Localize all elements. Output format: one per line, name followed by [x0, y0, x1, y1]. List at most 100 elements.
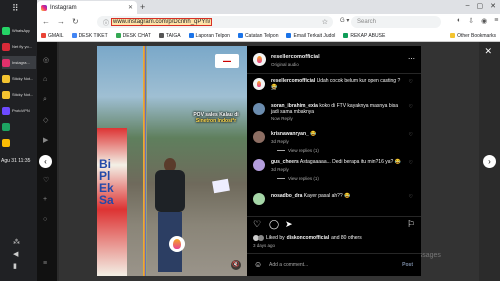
save-icon[interactable]: ⚐: [407, 220, 415, 229]
address-bar[interactable]: ⓘ www.instagram.com/p/Dcnhh_qPYn/ ☆: [97, 16, 333, 28]
comment-meta[interactable]: 3d Reply: [271, 139, 289, 144]
liked-others[interactable]: and 80 others: [331, 235, 362, 241]
comment-like-icon[interactable]: ♡: [409, 104, 413, 110]
comment-like-icon[interactable]: ♡: [409, 132, 413, 138]
taskbar-app[interactable]: [2, 120, 36, 133]
network-icon[interactable]: ⁂: [13, 238, 20, 246]
forward-icon[interactable]: →: [57, 17, 65, 26]
video-person: [153, 158, 187, 276]
more-options-icon[interactable]: ⋯: [408, 55, 415, 63]
menu-icon[interactable]: ≡: [494, 17, 498, 25]
bookmark-item[interactable]: REKAP ABUSE: [343, 33, 385, 39]
author-username[interactable]: resellercomofficial: [271, 54, 320, 60]
video-decorated-pole: [143, 46, 147, 276]
url-text[interactable]: www.instagram.com/p/Dcnhh_qPYn/: [111, 18, 213, 26]
minimize-icon[interactable]: –: [466, 2, 470, 10]
commenter-avatar[interactable]: [253, 159, 265, 171]
commenter-username[interactable]: krisnawanryan_: [271, 131, 309, 137]
notifications-icon[interactable]: ♡: [43, 176, 49, 184]
comment-like-icon[interactable]: ♡: [409, 194, 413, 200]
commenter-username[interactable]: resellercomofficial: [271, 78, 315, 84]
like-icon[interactable]: ♡: [253, 220, 261, 229]
view-replies-link[interactable]: View replies (1): [277, 176, 319, 181]
commenter-avatar[interactable]: [253, 78, 265, 90]
battery-icon[interactable]: ▮: [13, 262, 17, 270]
instagram-favicon-icon: [41, 4, 47, 11]
app-grid-icon[interactable]: ⠿: [12, 4, 19, 13]
bookmark-item[interactable]: Laporan Telpon: [188, 32, 230, 39]
profile-icon[interactable]: ◉: [481, 17, 487, 25]
comment-icon[interactable]: ◯: [269, 220, 279, 229]
comment-body: 😂: [310, 131, 317, 137]
bookmark-label: Laporan Telpon: [195, 32, 230, 39]
add-comment-bar: ☺ Add a comment... Post: [247, 253, 421, 276]
commenter-username[interactable]: gus_cheers: [271, 159, 299, 165]
comment-like-icon[interactable]: ♡: [409, 160, 413, 166]
post-header: resellercomofficial Original audio ⋯: [247, 46, 421, 74]
taskbar-app[interactable]: Sticky Not...: [2, 88, 36, 101]
bookmark-star-icon[interactable]: ☆: [322, 18, 328, 26]
back-icon[interactable]: ←: [42, 17, 50, 26]
commenter-avatar[interactable]: [253, 193, 265, 205]
comment-like-icon[interactable]: ♡: [409, 79, 413, 85]
post-comment-button[interactable]: Post: [402, 262, 413, 268]
taskbar-app[interactable]: ProtoVPN: [2, 104, 36, 117]
home-icon[interactable]: ⌂: [43, 76, 47, 83]
search-nav-icon[interactable]: ⌕: [43, 96, 47, 104]
liked-by-user[interactable]: diskoncomofficial: [287, 235, 330, 241]
author-avatar[interactable]: [253, 53, 266, 66]
taskbar-app[interactable]: [2, 136, 36, 149]
tab-close-icon[interactable]: ✕: [128, 4, 133, 11]
comment-meta[interactable]: 3d Reply: [271, 167, 289, 172]
taskbar-app[interactable]: Instagra...: [2, 56, 36, 69]
view-replies-link[interactable]: View replies (1): [277, 148, 319, 153]
comment-meta[interactable]: 3d: [271, 86, 276, 91]
taskbar-app[interactable]: Net fly yo...: [2, 40, 36, 53]
commenter-username[interactable]: nosadbo_dra: [271, 193, 302, 199]
more-menu-icon[interactable]: ≡: [43, 260, 47, 267]
bookmark-item[interactable]: DESK TIKET: [71, 33, 108, 39]
tab-instagram[interactable]: Instagram ✕: [37, 1, 137, 14]
bookmark-item[interactable]: DESK CHAT: [115, 33, 151, 39]
other-bookmarks[interactable]: Other Bookmarks: [450, 33, 496, 39]
emoji-icon[interactable]: ☺: [254, 260, 262, 269]
search-input[interactable]: Search: [351, 16, 441, 28]
create-icon[interactable]: +: [43, 196, 47, 203]
share-icon[interactable]: ➤: [285, 220, 293, 229]
comment-item: soran_ibrahim_exia koko di FTV kayaknya …: [253, 103, 415, 129]
taskbar-app[interactable]: Sticky Not...: [2, 72, 36, 85]
bookmark-item[interactable]: GMAIL: [41, 33, 64, 39]
comment-meta[interactable]: Now Reply: [271, 116, 293, 121]
reel-video[interactable]: Bi Pl Ek Sa POV sales Kalau di Sinetron Ind…: [97, 46, 247, 276]
downloads-icon[interactable]: ⇩: [468, 17, 474, 25]
volume-icon[interactable]: ◀: [13, 250, 18, 258]
bookmark-item[interactable]: TAIGA: [158, 33, 181, 39]
mute-icon[interactable]: 🔇: [231, 260, 241, 270]
commenter-avatar[interactable]: [253, 103, 265, 115]
profile-nav-icon[interactable]: ○: [43, 216, 47, 223]
previous-post-arrow-icon[interactable]: ‹: [39, 155, 52, 168]
commenter-avatar[interactable]: [253, 131, 265, 143]
comment-text: resellercomofficial Udah cocok belum kur…: [271, 78, 405, 90]
os-taskbar: ⠿ WhatsApp Net fly yo... Instagra... Sticky…: [0, 0, 37, 281]
reels-icon[interactable]: ▶: [43, 136, 48, 144]
audio-label[interactable]: Original audio: [271, 62, 299, 67]
close-modal-icon[interactable]: ✕: [484, 46, 492, 57]
bookmark-item[interactable]: Catatan Telpon: [237, 33, 278, 39]
other-bookmarks-label: Other Bookmarks: [457, 32, 496, 39]
site-info-icon[interactable]: ⓘ: [103, 18, 109, 27]
explore-icon[interactable]: ◇: [43, 116, 48, 124]
taskbar-app-icon: [2, 138, 10, 147]
add-comment-input[interactable]: Add a comment...: [269, 262, 308, 268]
search-engine-icon[interactable]: G ▾: [340, 17, 349, 24]
extensions-icon[interactable]: ◐: [457, 17, 461, 25]
instagram-logo-icon[interactable]: ◎: [43, 56, 49, 64]
next-post-arrow-icon[interactable]: ›: [483, 155, 496, 168]
new-tab-icon[interactable]: +: [140, 2, 145, 12]
taskbar-app-label: Sticky Not...: [12, 76, 34, 81]
bookmark-item[interactable]: Email Terkait Judol: [286, 33, 335, 39]
taskbar-app[interactable]: WhatsApp: [2, 24, 36, 37]
maximize-icon[interactable]: ▢: [477, 2, 484, 10]
reload-icon[interactable]: ↻: [72, 17, 79, 26]
close-window-icon[interactable]: ✕: [490, 2, 496, 10]
